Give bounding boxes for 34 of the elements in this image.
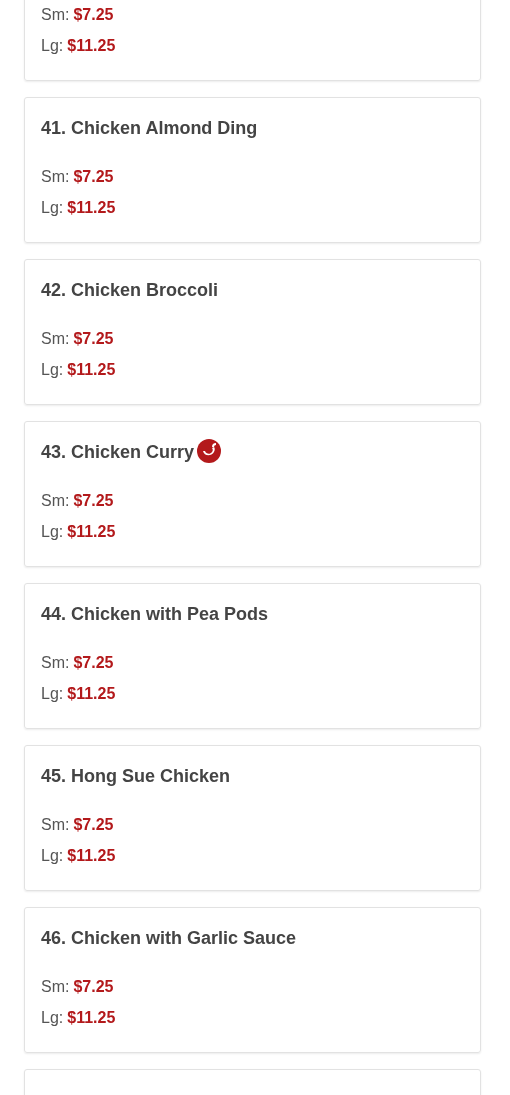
size-label: Lg: [41, 360, 64, 380]
size-label: Lg: [41, 522, 64, 542]
size-label: Sm: [41, 167, 70, 187]
price: $7.25 [73, 815, 114, 835]
price: $7.25 [73, 491, 114, 511]
size-label: Sm: [41, 977, 70, 997]
dish-name: 45. Hong Sue Chicken [41, 765, 231, 787]
size-label: Sm: [41, 5, 70, 25]
price: $11.25 [67, 36, 116, 56]
price: $11.25 [67, 684, 116, 704]
size-label: Sm: [41, 329, 70, 349]
price: $7.25 [73, 653, 114, 673]
dish-name: 41. Chicken Almond Ding [41, 117, 258, 139]
size-label: Lg: [41, 846, 64, 866]
price: $7.25 [73, 167, 114, 187]
price: $7.25 [73, 329, 114, 349]
dish-name: 44. Chicken with Pea Pods [41, 603, 269, 625]
price: $11.25 [67, 198, 116, 218]
size-label: Lg: [41, 1008, 64, 1028]
price: $11.25 [67, 522, 116, 542]
price: $11.25 [67, 1008, 116, 1028]
dish-name: 43. Chicken Curry [41, 441, 195, 463]
size-label: Sm: [41, 815, 70, 835]
price: $7.25 [73, 5, 114, 25]
dish-name: 42. Chicken Broccoli [41, 279, 219, 301]
size-label: Lg: [41, 36, 64, 56]
size-label: Lg: [41, 684, 64, 704]
dish-name: 46. Chicken with Garlic Sauce [41, 927, 297, 949]
price: $11.25 [67, 360, 116, 380]
price: $7.25 [73, 977, 114, 997]
price: $11.25 [67, 846, 116, 866]
size-label: Sm: [41, 491, 70, 511]
size-label: Sm: [41, 653, 70, 673]
size-label: Lg: [41, 198, 64, 218]
